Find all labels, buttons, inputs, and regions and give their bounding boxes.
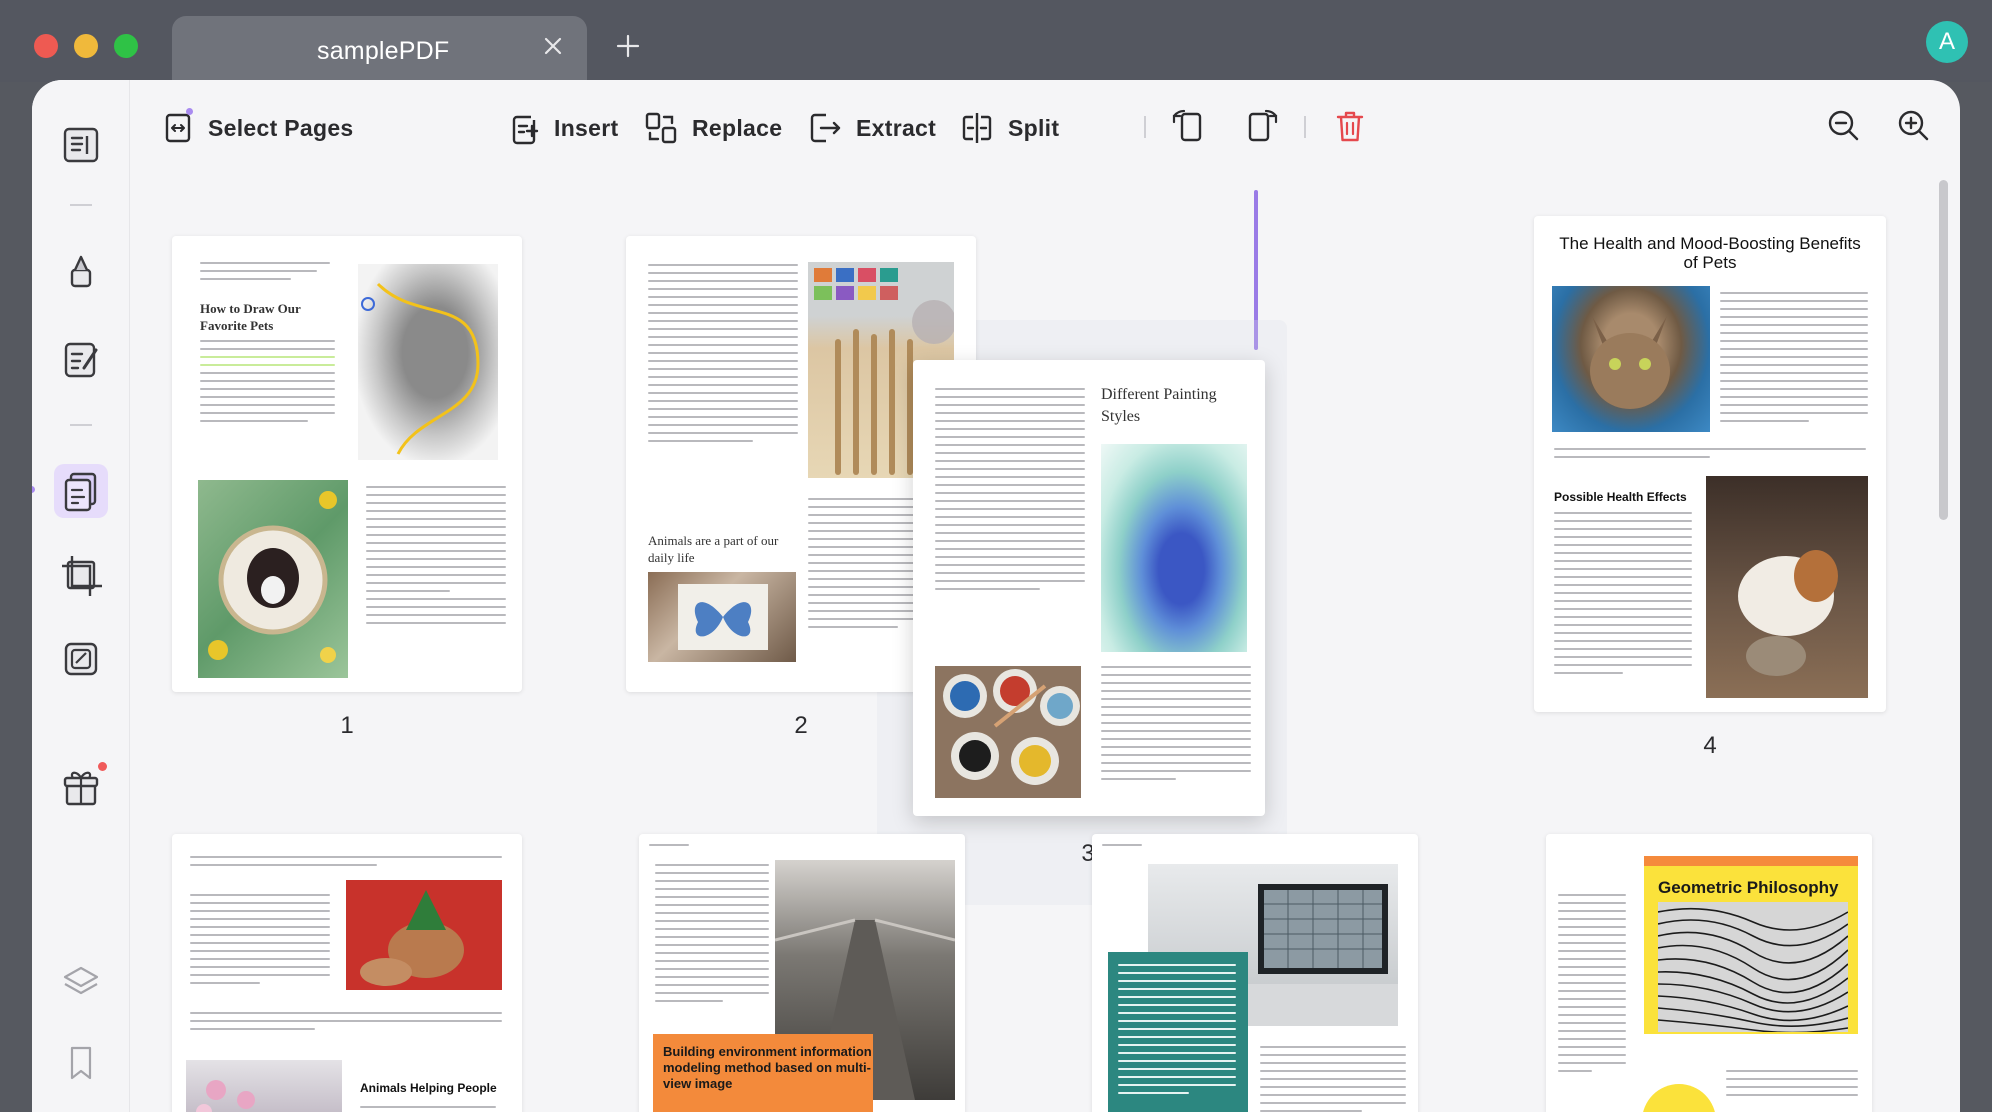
page-thumbnail-8[interactable]: Geometric Philosophy <box>1546 834 1872 1112</box>
sidebar-divider <box>70 424 92 426</box>
text-block <box>1260 1046 1406 1112</box>
organize-pages-icon[interactable] <box>54 464 108 518</box>
ocr-icon[interactable] <box>58 636 104 682</box>
close-window-button[interactable] <box>34 34 58 58</box>
insert-label: Insert <box>554 114 619 141</box>
page-heading: How to Draw Our Favorite Pets <box>200 301 301 333</box>
text-block <box>1554 448 1866 464</box>
select-indicator-dot <box>186 108 193 115</box>
text-block <box>1726 1070 1858 1102</box>
minimize-window-button[interactable] <box>74 34 98 58</box>
select-pages-icon <box>165 113 191 143</box>
page-thumbnail-7[interactable] <box>1092 834 1418 1112</box>
replace-label: Replace <box>692 114 783 141</box>
flowers-image <box>186 1060 342 1112</box>
replace-button[interactable]: Replace <box>644 106 782 150</box>
cat-photo-image <box>1552 286 1710 432</box>
document-tab[interactable]: samplePDF <box>172 16 587 82</box>
text-block <box>190 894 330 990</box>
text-block <box>648 264 798 448</box>
page-header <box>1102 844 1408 852</box>
vertical-scrollbar[interactable] <box>1939 180 1948 520</box>
gift-icon[interactable] <box>58 764 104 810</box>
crop-icon[interactable] <box>58 552 104 598</box>
text-block <box>200 262 330 286</box>
text-block <box>655 864 769 1008</box>
page-number-4: 4 <box>1703 732 1717 759</box>
left-sidebar <box>32 80 130 1112</box>
reader-icon[interactable] <box>58 122 104 168</box>
extract-icon <box>810 113 841 143</box>
embroidery-image <box>198 480 348 678</box>
butterfly-painting-image <box>648 572 796 662</box>
close-tab-icon[interactable] <box>539 32 567 60</box>
text-block <box>1118 964 1236 1100</box>
text-block <box>366 486 506 630</box>
replace-icon <box>645 112 677 144</box>
extract-label: Extract <box>856 114 937 141</box>
zoom-window-button[interactable] <box>114 34 138 58</box>
edit-icon[interactable] <box>58 336 104 382</box>
page-heading: Geometric Philosophy <box>1658 878 1839 897</box>
zoom-out-icon[interactable] <box>1824 106 1864 146</box>
sidebar-divider <box>70 204 92 206</box>
notification-dot <box>98 762 107 771</box>
bookmark-icon[interactable] <box>58 1040 104 1086</box>
page-thumbnail-1[interactable]: How to Draw Our Favorite Pets <box>172 236 522 692</box>
zoom-in-icon[interactable] <box>1894 106 1934 146</box>
title-bar: samplePDF A <box>0 0 1992 82</box>
page-subheading: Possible Health Effects <box>1554 490 1687 504</box>
text-block <box>935 388 1085 596</box>
text-block <box>360 1106 496 1112</box>
rotate-left-icon[interactable] <box>1168 106 1208 146</box>
toolbar-divider <box>1304 116 1306 138</box>
toolbar: Select Pages Insert Replace Extract Spli… <box>130 80 1960 180</box>
page-thumbnail-3[interactable]: Different Painting Styles <box>913 360 1265 816</box>
page-number-1: 1 <box>340 712 354 739</box>
text-block <box>1720 292 1868 428</box>
text-block <box>190 856 502 872</box>
text-block <box>1554 512 1692 680</box>
rotate-right-icon[interactable] <box>1242 106 1282 146</box>
page-heading: Different Painting Styles <box>1101 386 1217 425</box>
tab-title: samplePDF <box>317 37 450 65</box>
text-block <box>1558 894 1626 1078</box>
page-title: The Health and Mood-Boosting Benefits of… <box>1559 234 1861 272</box>
insert-button[interactable]: Insert <box>510 106 618 150</box>
text-block <box>1101 666 1251 786</box>
split-icon <box>962 113 992 143</box>
text-block <box>200 340 335 428</box>
page-heading: Animals are a part of our daily life <box>648 533 779 565</box>
split-label: Split <box>1008 114 1060 141</box>
active-indicator <box>32 486 35 493</box>
app-window: Select Pages Insert Replace Extract Spli… <box>32 80 1960 1112</box>
wave-pattern-image <box>1658 902 1848 1032</box>
layers-icon[interactable] <box>58 960 104 1006</box>
dogs-with-hats-image <box>346 880 502 990</box>
delete-icon[interactable] <box>1330 106 1370 146</box>
paint-pots-image <box>935 666 1081 798</box>
page-thumbnail-6[interactable]: Building environment information modelin… <box>639 834 965 1112</box>
extract-button[interactable]: Extract <box>808 106 936 150</box>
insert-icon <box>512 115 539 145</box>
dog-sketch-image <box>358 264 498 460</box>
text-block <box>190 1012 502 1036</box>
page-heading: Building environment information modelin… <box>663 1044 872 1091</box>
teal-callout <box>1108 952 1248 1112</box>
split-button[interactable]: Split <box>960 106 1059 150</box>
avatar[interactable]: A <box>1926 21 1968 63</box>
select-pages-label: Select Pages <box>208 114 354 141</box>
page-thumbnail-5[interactable]: Animals Helping People <box>172 834 522 1112</box>
page-thumbnail-4[interactable]: The Health and Mood-Boosting Benefits of… <box>1534 216 1886 712</box>
new-tab-icon[interactable] <box>614 32 642 60</box>
highlighter-icon[interactable] <box>58 248 104 294</box>
page-heading: Animals Helping People <box>360 1081 497 1095</box>
dog-and-cat-photo-image <box>1706 476 1868 698</box>
yellow-circle <box>1642 1084 1716 1112</box>
watercolor-painting-image <box>1101 444 1247 652</box>
page-header <box>649 844 955 852</box>
toolbar-divider <box>1144 116 1146 138</box>
page-number-2: 2 <box>794 712 808 739</box>
